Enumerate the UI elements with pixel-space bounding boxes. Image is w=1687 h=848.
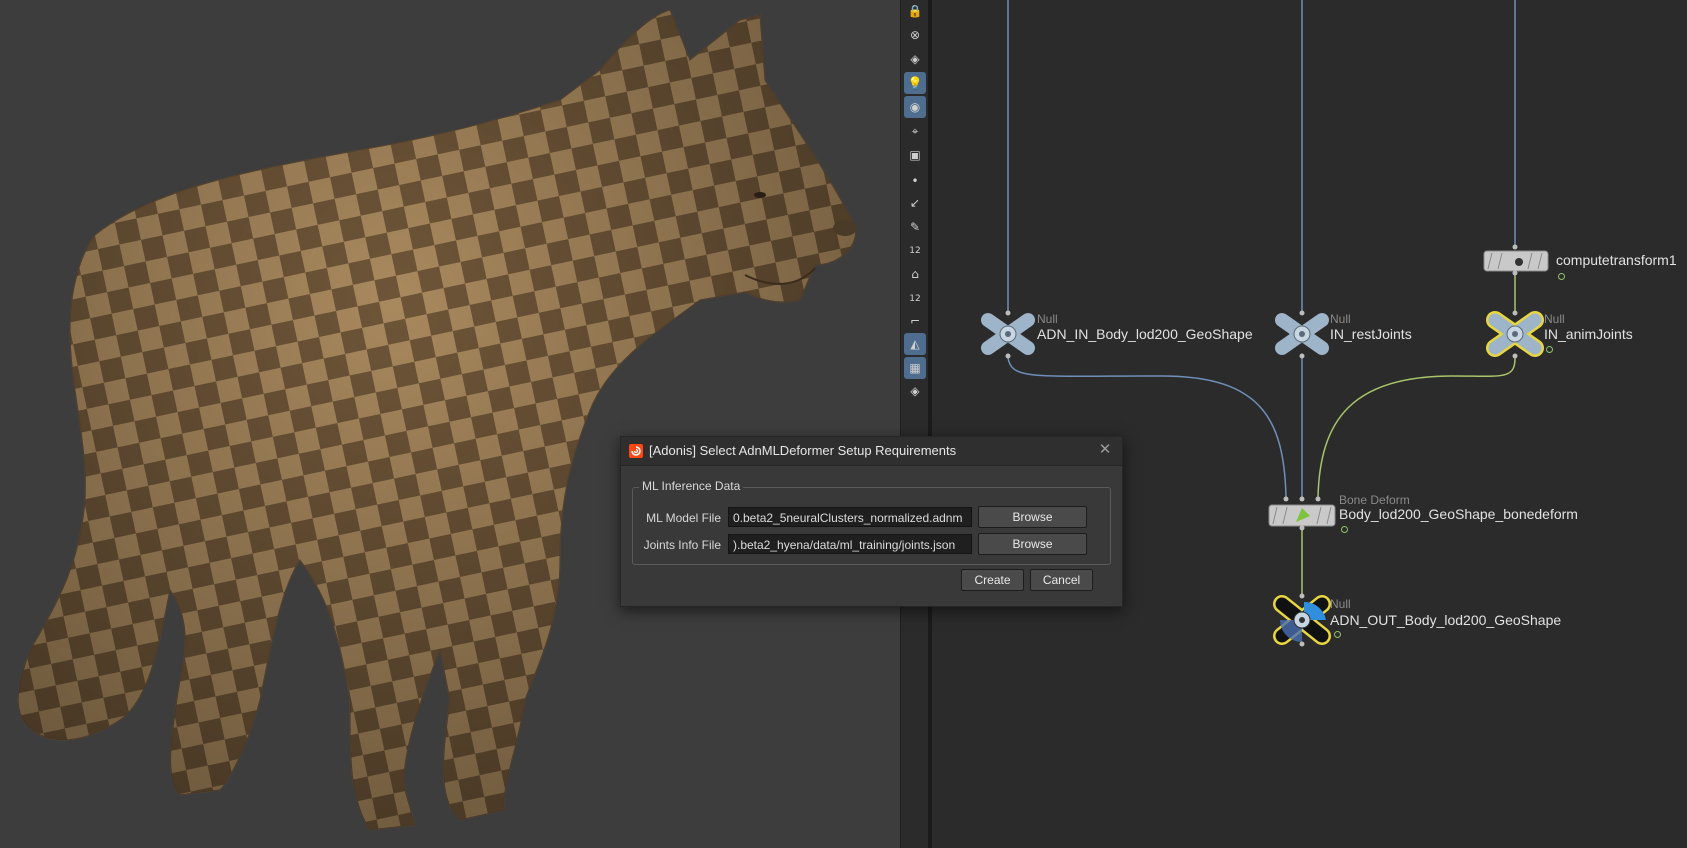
computetransform-flag[interactable] (1558, 273, 1565, 280)
houdini-logo-icon (629, 444, 643, 458)
joints-info-file-value: ).beta2_hyena/data/ml_training/joints.js… (733, 538, 956, 552)
point-numbers-icon[interactable]: 12 (904, 240, 926, 262)
guide-icon[interactable]: ⌐ (904, 310, 926, 332)
create-button[interactable]: Create (961, 569, 1024, 591)
in-anim-joints-flag[interactable] (1546, 346, 1553, 353)
ml-model-file-field[interactable]: 0.beta2_5neuralClusters_normalized.adnm (728, 507, 972, 527)
joints-info-file-field[interactable]: ).beta2_hyena/data/ml_training/joints.js… (728, 534, 972, 554)
adn-in-body-node[interactable] (981, 310, 1035, 359)
wireframe-icon[interactable]: ◭ (904, 333, 926, 355)
handle-icon[interactable]: ◈ (904, 48, 926, 70)
network-wires (981, 0, 1549, 647)
ml-model-browse-button[interactable]: Browse (978, 506, 1087, 528)
ml-model-file-value: 0.beta2_5neuralClusters_normalized.adnm (733, 511, 963, 525)
camera-icon[interactable]: ⌖ (904, 120, 926, 142)
normal-icon[interactable]: ↙ (904, 192, 926, 214)
joints-info-browse-button[interactable]: Browse (978, 533, 1087, 555)
adn-out-body-name: ADN_OUT_Body_lod200_GeoShape (1330, 612, 1562, 628)
dialog-titlebar[interactable]: [Adonis] Select AdnMLDeformer Setup Requ… (621, 437, 1122, 466)
joints-info-file-label: Joints Info File (643, 538, 721, 552)
display-options-icon[interactable]: ▣ (904, 144, 926, 166)
paint-icon[interactable]: ⌂ (904, 263, 926, 285)
lock-icon[interactable]: 🔒 (904, 0, 926, 22)
light-icon[interactable]: 💡 (904, 72, 926, 94)
adn-out-body-node[interactable] (1273, 593, 1331, 647)
viewport-display-toolbar: 🔒 ⊗ ◈ 💡 ◉ ⌖ ▣ • ↙ ✎ 12 ⌂ 12 ⌐ ◭ ▦ ◈ (900, 0, 929, 848)
ghost-icon[interactable]: ◈ (904, 380, 926, 402)
bone-deform-type: Bone Deform (1339, 493, 1410, 507)
dialog-title: [Adonis] Select AdnMLDeformer Setup Requ… (649, 443, 957, 458)
wire-anim-to-deform (1317, 357, 1516, 498)
point-icon[interactable]: • (904, 170, 926, 192)
computetransform-name: computetransform1 (1556, 252, 1677, 268)
in-anim-joints-type: Null (1544, 312, 1565, 326)
point-numbers-icon-label: 12 (909, 246, 921, 256)
in-rest-joints-type: Null (1330, 312, 1351, 326)
prim-numbers-icon[interactable]: 12 (904, 288, 926, 310)
in-anim-joints-name: IN_animJoints (1544, 326, 1633, 342)
in-rest-joints-name: IN_restJoints (1330, 326, 1412, 342)
ml-inference-group-title: ML Inference Data (639, 479, 744, 493)
ml-model-file-label: ML Model File (646, 511, 721, 525)
adn-out-body-type: Null (1330, 597, 1351, 611)
adn-out-body-flag[interactable] (1334, 631, 1341, 638)
brush-icon[interactable]: ✎ (904, 216, 926, 238)
in-rest-joints-node[interactable] (1275, 310, 1329, 359)
snap-icon[interactable]: ⊗ (904, 24, 926, 46)
hyena-model (17, 9, 857, 831)
close-icon[interactable]: ✕ (1096, 441, 1114, 459)
bone-deform-flag[interactable] (1341, 526, 1348, 533)
cancel-button[interactable]: Cancel (1030, 569, 1093, 591)
bone-deform-node[interactable] (1268, 496, 1336, 531)
adonis-setup-dialog: [Adonis] Select AdnMLDeformer Setup Requ… (620, 436, 1123, 607)
prim-numbers-icon-label: 12 (909, 294, 921, 304)
scene-viewport[interactable] (0, 0, 900, 848)
adn-in-body-type: Null (1037, 312, 1058, 326)
shading-icon[interactable]: ◉ (904, 96, 926, 118)
bone-deform-name: Body_lod200_GeoShape_bonedeform (1339, 506, 1578, 522)
network-editor[interactable]: computetransform1 Null ADN_IN_Body_lod20… (932, 0, 1687, 848)
in-anim-joints-node[interactable] (1486, 310, 1544, 359)
computetransform-node[interactable] (1483, 244, 1549, 276)
texture-icon[interactable]: ▦ (904, 357, 926, 379)
adn-in-body-name: ADN_IN_Body_lod200_GeoShape (1037, 326, 1253, 342)
